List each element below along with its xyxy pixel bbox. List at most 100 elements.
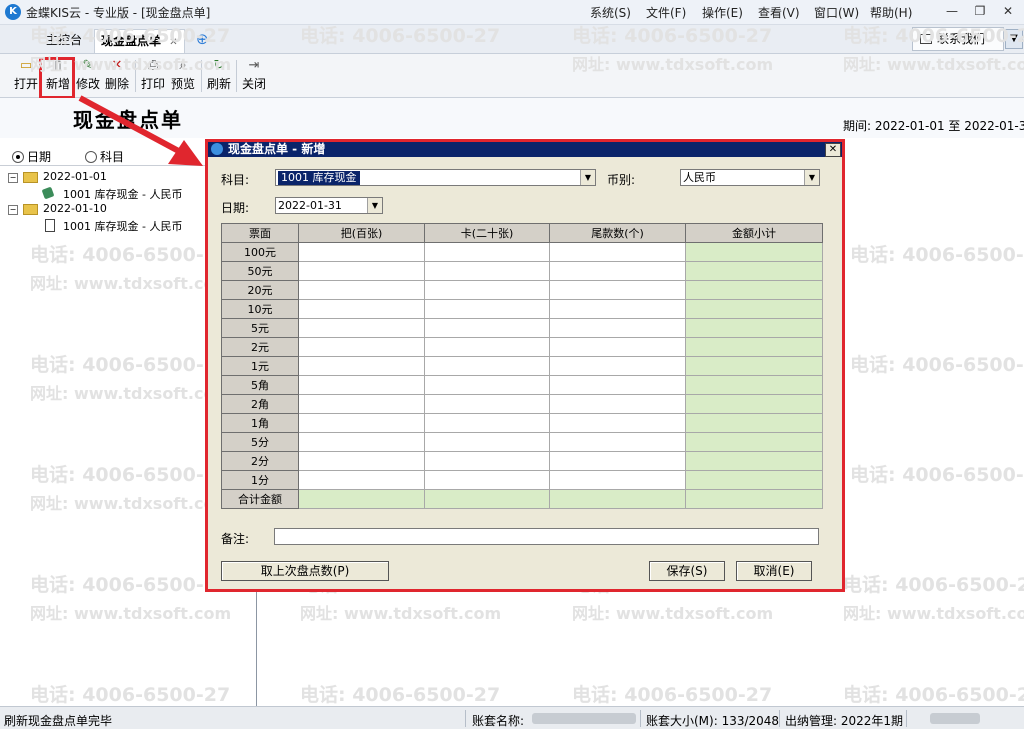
load-last-count-button[interactable]: 取上次盘点数(P) bbox=[221, 561, 389, 581]
count-cell[interactable] bbox=[298, 451, 425, 471]
radio-subject[interactable] bbox=[85, 151, 97, 163]
count-cell[interactable] bbox=[424, 280, 550, 300]
menu-help[interactable]: 帮助(H) bbox=[870, 4, 912, 21]
radio-subject-label: 科目 bbox=[100, 150, 125, 164]
count-cell[interactable] bbox=[298, 432, 425, 452]
watermark-url: 网址: www.tdxsoft.com bbox=[572, 55, 774, 74]
denomination-label: 5分 bbox=[221, 432, 299, 452]
subtotal-cell bbox=[685, 413, 823, 433]
period-status: 出纳管理: 2022年1期 bbox=[785, 714, 904, 728]
status-divider bbox=[779, 710, 780, 727]
menu-file[interactable]: 文件(F) bbox=[646, 4, 686, 21]
radio-date-label: 日期 bbox=[27, 150, 52, 164]
total-cell bbox=[424, 489, 550, 509]
dialog-title-bar: 现金盘点单 - 新增 ✕ bbox=[208, 142, 842, 157]
count-cell[interactable] bbox=[298, 242, 425, 262]
watermark-phone: 电话: 4006-6500-27 bbox=[843, 574, 1024, 596]
watermark-phone: 电话: 4006-6500-27 bbox=[30, 25, 231, 47]
subtotal-cell bbox=[685, 337, 823, 357]
denomination-row: 20元 bbox=[221, 280, 823, 300]
count-cell[interactable] bbox=[424, 413, 550, 433]
count-cell[interactable] bbox=[424, 299, 550, 319]
count-cell[interactable] bbox=[424, 451, 550, 471]
count-cell[interactable] bbox=[424, 394, 550, 414]
count-cell[interactable] bbox=[549, 451, 686, 471]
denomination-label: 1角 bbox=[221, 413, 299, 433]
menu-window[interactable]: 窗口(W) bbox=[814, 4, 859, 21]
subtotal-cell bbox=[685, 280, 823, 300]
count-cell[interactable] bbox=[549, 470, 686, 490]
watermark-phone: 电话: 4006-6500-27 bbox=[572, 684, 773, 706]
subject-select[interactable]: 1001 库存现金 ▼ bbox=[275, 169, 596, 186]
app-logo-icon: K bbox=[5, 4, 21, 20]
count-cell[interactable] bbox=[298, 337, 425, 357]
toolbar-divider bbox=[236, 60, 237, 92]
count-cell[interactable] bbox=[298, 356, 425, 376]
tree-node-date[interactable]: 2022-01-10 bbox=[43, 202, 107, 215]
count-cell[interactable] bbox=[298, 470, 425, 490]
status-message: 刷新现金盘点单完毕 bbox=[4, 714, 113, 728]
restore-button[interactable]: ❐ bbox=[970, 2, 990, 20]
radio-date[interactable] bbox=[12, 151, 24, 163]
window-close-button[interactable]: ✕ bbox=[998, 2, 1018, 20]
currency-select[interactable]: 人民币 ▼ bbox=[680, 169, 820, 186]
count-cell[interactable] bbox=[298, 299, 425, 319]
count-cell[interactable] bbox=[298, 413, 425, 433]
subtotal-cell bbox=[685, 318, 823, 338]
count-cell[interactable] bbox=[424, 261, 550, 281]
subject-value: 1001 库存现金 bbox=[278, 171, 360, 185]
collapse-node-icon[interactable]: − bbox=[8, 205, 18, 215]
watermark-phone: 电话: 4006-6500-27 bbox=[850, 464, 1024, 486]
close-button[interactable]: ⇥ 关闭 bbox=[240, 56, 268, 96]
count-cell[interactable] bbox=[549, 261, 686, 281]
count-cell[interactable] bbox=[549, 318, 686, 338]
col-header-card: 卡(二十张) bbox=[424, 223, 550, 243]
collapse-node-icon[interactable]: − bbox=[8, 173, 18, 183]
menu-operation[interactable]: 操作(E) bbox=[702, 4, 743, 21]
count-cell[interactable] bbox=[298, 261, 425, 281]
count-cell[interactable] bbox=[549, 413, 686, 433]
cash-icon bbox=[41, 186, 55, 200]
count-cell[interactable] bbox=[549, 299, 686, 319]
dialog-close-button[interactable]: ✕ bbox=[825, 143, 841, 157]
subtotal-cell bbox=[685, 356, 823, 376]
tree-node-date[interactable]: 2022-01-01 bbox=[43, 170, 107, 183]
count-cell[interactable] bbox=[424, 337, 550, 357]
cancel-button[interactable]: 取消(E) bbox=[736, 561, 812, 581]
count-cell[interactable] bbox=[549, 242, 686, 262]
count-cell[interactable] bbox=[298, 280, 425, 300]
count-cell[interactable] bbox=[424, 242, 550, 262]
menu-view[interactable]: 查看(V) bbox=[758, 4, 800, 21]
period-label: 期间: 2022-01-01 至 2022-01-31 bbox=[843, 119, 1024, 133]
count-cell[interactable] bbox=[298, 394, 425, 414]
tree-leaf-account[interactable]: 1001 库存现金 - 人民币 bbox=[63, 186, 182, 202]
subtotal-cell bbox=[685, 261, 823, 281]
status-divider bbox=[640, 710, 641, 727]
count-cell[interactable] bbox=[298, 375, 425, 395]
denomination-row: 1角 bbox=[221, 413, 823, 433]
save-button[interactable]: 保存(S) bbox=[649, 561, 725, 581]
document-icon bbox=[45, 219, 55, 232]
count-cell[interactable] bbox=[549, 432, 686, 452]
subtotal-cell bbox=[685, 451, 823, 471]
date-value: 2022-01-31 bbox=[278, 199, 342, 212]
count-cell[interactable] bbox=[549, 337, 686, 357]
count-cell[interactable] bbox=[424, 432, 550, 452]
count-cell[interactable] bbox=[424, 356, 550, 376]
minimize-button[interactable]: — bbox=[942, 2, 962, 20]
menu-system[interactable]: 系统(S) bbox=[590, 4, 631, 21]
count-cell[interactable] bbox=[549, 394, 686, 414]
watermark-url: 网址: www.tdxsoft.com bbox=[300, 604, 502, 623]
date-picker[interactable]: 2022-01-31 ▼ bbox=[275, 197, 383, 214]
count-cell[interactable] bbox=[549, 356, 686, 376]
count-cell[interactable] bbox=[424, 318, 550, 338]
count-cell[interactable] bbox=[549, 375, 686, 395]
count-cell[interactable] bbox=[298, 318, 425, 338]
count-cell[interactable] bbox=[424, 375, 550, 395]
watermark-phone: 电话: 4006-6500-27 bbox=[30, 354, 231, 376]
count-cell[interactable] bbox=[424, 470, 550, 490]
count-cell[interactable] bbox=[549, 280, 686, 300]
denomination-row: 10元 bbox=[221, 299, 823, 319]
remark-input[interactable] bbox=[274, 528, 819, 545]
tree-leaf-account[interactable]: 1001 库存现金 - 人民币 bbox=[63, 218, 182, 234]
